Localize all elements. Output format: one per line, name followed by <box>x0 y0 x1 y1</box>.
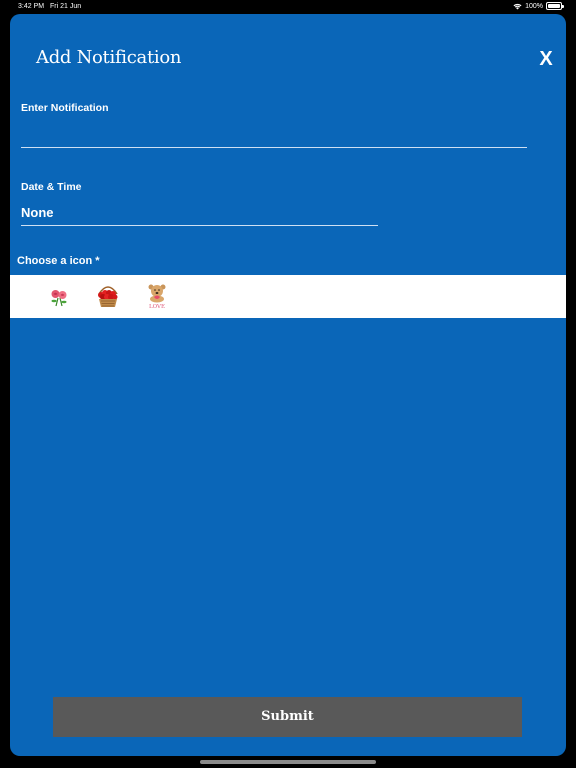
choose-icon-label: Choose a icon * <box>17 255 100 267</box>
status-bar: 3:42 PM Fri 21 Jun 100% <box>0 0 576 14</box>
roses-icon-graphic <box>51 290 67 307</box>
datetime-field[interactable]: None <box>21 204 378 226</box>
status-right: 100% <box>513 2 564 10</box>
notification-label: Enter Notification <box>21 102 109 114</box>
bear-love-caption: LOVE <box>149 304 165 310</box>
teddy-bear-love-icon-graphic: LOVE <box>148 284 166 310</box>
roses-icon[interactable] <box>44 281 74 311</box>
battery-percent: 100% <box>525 2 543 10</box>
add-notification-sheet: Add Notification X Enter Notification Da… <box>10 14 566 756</box>
home-indicator[interactable] <box>200 760 376 764</box>
teddy-bear-love-icon[interactable]: LOVE <box>142 281 172 311</box>
rose-basket-icon-graphic <box>98 286 118 307</box>
battery-icon <box>546 2 564 10</box>
notification-input[interactable] <box>21 122 527 148</box>
status-time: 3:42 PM <box>18 3 45 10</box>
submit-button[interactable]: Submit <box>53 697 522 737</box>
battery-fill <box>548 4 560 8</box>
datetime-label: Date & Time <box>21 181 82 193</box>
close-button[interactable]: X <box>536 48 556 70</box>
sheet-title: Add Notification <box>36 47 182 68</box>
icon-picker: LOVE <box>10 275 566 318</box>
wifi-icon <box>513 3 522 9</box>
rose-basket-icon[interactable] <box>93 281 123 311</box>
status-date: Fri 21 Jun <box>50 3 82 10</box>
